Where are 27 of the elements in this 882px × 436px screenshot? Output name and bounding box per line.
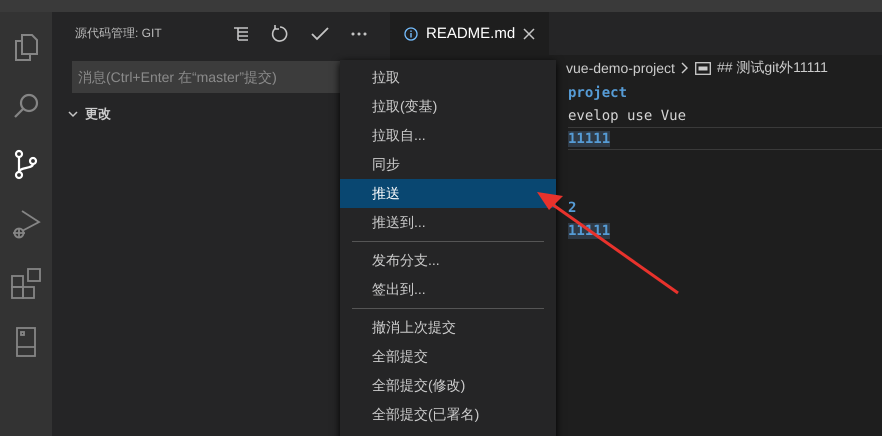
editor-tab[interactable]: README.md <box>390 12 550 55</box>
panel-title: 源代码管理: GIT <box>75 25 162 42</box>
menu-item[interactable]: 撤消上次提交 <box>340 313 556 342</box>
code-text: 11111 <box>568 130 610 146</box>
menu-item[interactable]: 推送 <box>340 179 556 208</box>
menu-item[interactable]: 全部提交(修改) <box>340 371 556 400</box>
more-icon[interactable] <box>351 32 367 36</box>
menu-item[interactable]: 全部提交 <box>340 342 556 371</box>
code-text: 2 <box>568 200 576 216</box>
menu-item[interactable]: 拉取自... <box>340 121 556 150</box>
breadcrumb-item[interactable]: vue-demo-project <box>566 60 675 76</box>
menu-item[interactable]: 同步 <box>340 150 556 179</box>
menu-item[interactable]: 发布分支... <box>340 246 556 275</box>
menu-item[interactable]: 签出到... <box>340 275 556 304</box>
menu-item[interactable]: 推送到... <box>340 208 556 237</box>
info-icon <box>404 26 418 40</box>
breadcrumb-item[interactable]: ## 测试git外11111 <box>716 59 828 77</box>
tree-view-icon[interactable] <box>233 26 249 40</box>
close-icon[interactable] <box>523 28 536 40</box>
refresh-icon[interactable] <box>271 24 289 42</box>
code-text: evelop use Vue <box>568 108 686 124</box>
menu-item[interactable]: 拉取(变基) <box>340 92 556 121</box>
chevron-right-icon <box>680 62 689 74</box>
code-text: project <box>568 84 628 100</box>
text-symbol-icon <box>694 62 711 74</box>
checkmark-icon[interactable] <box>311 26 329 40</box>
menu-item[interactable]: 全部提交(已署名) <box>340 400 556 429</box>
